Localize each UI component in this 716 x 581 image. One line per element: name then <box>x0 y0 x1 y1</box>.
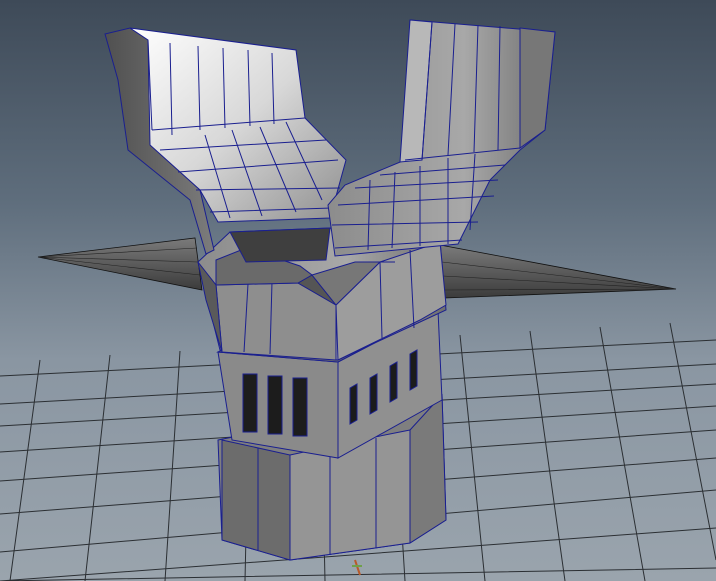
scene-canvas[interactable] <box>0 0 716 581</box>
maya-perspective-viewport[interactable] <box>0 0 716 581</box>
right-crest <box>327 19 556 257</box>
left-crest <box>104 27 347 255</box>
left-spike <box>37 237 203 291</box>
origin-marker <box>352 559 362 576</box>
right-spike <box>439 244 677 299</box>
